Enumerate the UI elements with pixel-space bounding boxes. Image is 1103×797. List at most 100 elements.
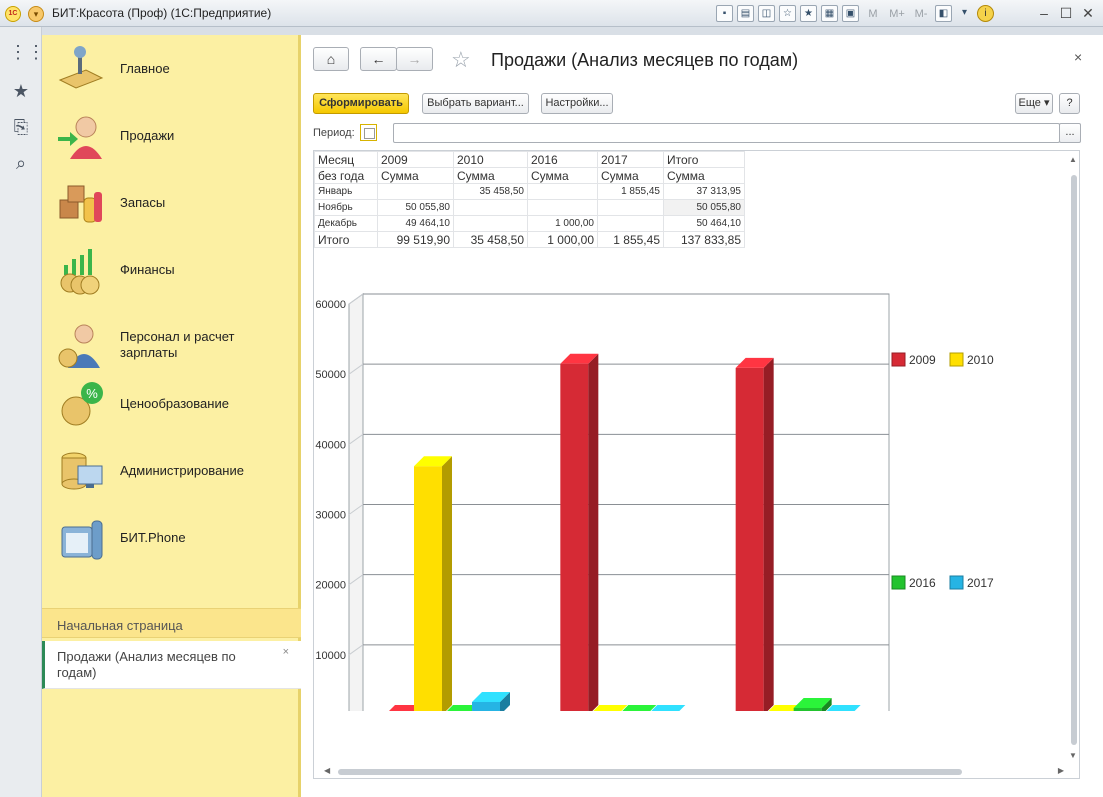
- total-cell: 1 855,45: [597, 231, 664, 248]
- left-strip: ⋮⋮⋮ ★ ⎘ ⌕: [0, 27, 63, 797]
- toolbar-icons: ▪ ▤ ◫ ☆ ★ ▦ ▣ M M+ M- ◧ ▾ i: [716, 5, 994, 22]
- vertical-scrollbar[interactable]: ▲ ▼: [1069, 155, 1077, 760]
- bar-side: [763, 357, 774, 711]
- scroll-up-icon[interactable]: ▲: [1069, 155, 1077, 164]
- settings-button[interactable]: Настройки...: [541, 93, 613, 114]
- row-label: Январь: [314, 183, 378, 200]
- period-checkbox[interactable]: [360, 124, 377, 141]
- section-finance[interactable]: Финансы: [42, 239, 298, 301]
- total-cell: 99 519,90: [377, 231, 454, 248]
- section-main[interactable]: Главное: [42, 38, 298, 100]
- memory-m-plus[interactable]: M+: [887, 8, 907, 20]
- legend-swatch: [891, 575, 906, 590]
- page-title: Продажи (Анализ месяцев по годам): [491, 50, 799, 70]
- memory-m[interactable]: M: [863, 8, 883, 20]
- home-button[interactable]: ⌂: [313, 47, 349, 71]
- header-cell: 2009: [377, 151, 454, 168]
- more-label: Еще: [1018, 97, 1041, 109]
- header-cell: 2017: [597, 151, 664, 168]
- sales-person-icon: [58, 116, 102, 159]
- close-tab-icon[interactable]: ×: [283, 644, 289, 660]
- save-icon[interactable]: ▪: [716, 5, 733, 22]
- generate-button[interactable]: Сформировать: [313, 93, 409, 114]
- close-form-icon[interactable]: ×: [1074, 49, 1082, 65]
- horizontal-scrollbar[interactable]: ◀ ▶: [324, 766, 1064, 776]
- forward-button[interactable]: →: [396, 47, 433, 71]
- arrow-down-icon[interactable]: ▾: [956, 5, 973, 22]
- history-icon[interactable]: ⎘: [9, 115, 33, 139]
- close-window-icon[interactable]: ✕: [1076, 3, 1100, 23]
- table-row: Декабрь 49 464,10 1 000,00 50 464,10: [314, 215, 745, 232]
- total-cell: 35 458,50: [453, 231, 528, 248]
- header-cell: 2010: [453, 151, 528, 168]
- bar: [735, 367, 764, 711]
- favorites-star-icon[interactable]: ★: [9, 79, 33, 103]
- memory-m-minus[interactable]: M-: [911, 8, 931, 20]
- preview-icon[interactable]: ◫: [758, 5, 775, 22]
- section-sales[interactable]: Продажи: [42, 105, 298, 167]
- value-cell: [377, 183, 454, 200]
- scroll-down-icon[interactable]: ▼: [1069, 751, 1077, 760]
- section-pricing[interactable]: % Ценообразование: [42, 373, 298, 435]
- start-page-link[interactable]: Начальная страница: [42, 608, 301, 638]
- horizontal-scroll-thumb[interactable]: [338, 769, 962, 775]
- period-label: Период:: [313, 127, 355, 139]
- sections-grid-icon[interactable]: ⋮⋮⋮: [9, 40, 63, 64]
- section-admin[interactable]: Администрирование: [42, 440, 298, 502]
- stock-boxes-icon: [59, 185, 102, 223]
- main-menu-icon[interactable]: ▾: [28, 6, 44, 22]
- back-button[interactable]: ←: [360, 47, 397, 71]
- search-icon[interactable]: ⌕: [9, 151, 33, 175]
- vertical-scroll-thumb[interactable]: [1071, 175, 1077, 745]
- section-label: Запасы: [120, 195, 166, 210]
- more-button[interactable]: Еще ▾: [1015, 93, 1053, 114]
- 1c-logo-icon[interactable]: 1C: [5, 6, 21, 22]
- legend-label: 2010: [967, 353, 994, 367]
- period-select-button[interactable]: ...: [1059, 123, 1081, 143]
- maximize-icon[interactable]: ☐: [1054, 3, 1078, 23]
- header-cell: Итого: [663, 151, 745, 168]
- y-tick-label: 10000: [315, 650, 346, 662]
- section-bitphone[interactable]: БИТ.Phone: [42, 507, 298, 569]
- favorite-star-icon[interactable]: ☆: [451, 47, 471, 73]
- scroll-right-icon[interactable]: ▶: [1058, 766, 1064, 775]
- legend-label: 2017: [967, 576, 994, 590]
- choose-variant-button[interactable]: Выбрать вариант...: [422, 93, 529, 114]
- total-label: Итого: [314, 231, 378, 248]
- y-tick-label: 20000: [315, 580, 346, 592]
- sections-panel: Главное Продажи Запасы Финансы Персонал …: [42, 35, 301, 797]
- legend-swatch: [949, 352, 964, 367]
- minimize-icon[interactable]: –: [1032, 3, 1056, 23]
- report-document: Месяц 2009 2010 2016 2017 Итого без года…: [313, 150, 1080, 779]
- help-button[interactable]: ?: [1059, 93, 1080, 114]
- header-cell: Сумма: [377, 167, 454, 184]
- value-cell: 50 055,80: [663, 199, 745, 216]
- admin-db-icon: [61, 452, 103, 490]
- main-desk-icon: [58, 46, 104, 89]
- section-stock[interactable]: Запасы: [42, 172, 298, 234]
- calendar-icon[interactable]: ▣: [842, 5, 859, 22]
- bar: [472, 701, 500, 711]
- row-label: Декабрь: [314, 215, 378, 232]
- scroll-left-icon[interactable]: ◀: [324, 766, 330, 775]
- value-cell: [527, 199, 598, 216]
- y-tick-label: 30000: [315, 510, 346, 522]
- print-icon[interactable]: ▤: [737, 5, 754, 22]
- section-personnel[interactable]: Персонал и расчет зарплаты: [42, 314, 298, 376]
- y-tick-label: 50000: [315, 369, 346, 381]
- bar: [414, 466, 442, 711]
- calculator-icon[interactable]: ▦: [821, 5, 838, 22]
- section-label: Персонал и расчет зарплаты: [120, 329, 235, 360]
- info-icon[interactable]: i: [977, 5, 994, 22]
- personnel-icon: [58, 324, 100, 368]
- add-favorite-icon[interactable]: ☆: [779, 5, 796, 22]
- value-cell: 1 855,45: [597, 183, 664, 200]
- header-cell: Сумма: [597, 167, 664, 184]
- total-cell: 137 833,85: [663, 231, 745, 248]
- table-row: Январь 35 458,50 1 855,45 37 313,95: [314, 183, 745, 200]
- open-window-item[interactable]: Продажи (Анализ месяцев по годам) ×: [42, 641, 301, 689]
- period-input[interactable]: [393, 123, 1060, 143]
- panels-icon[interactable]: ◧: [935, 5, 952, 22]
- favorites-icon[interactable]: ★: [800, 5, 817, 22]
- pricing-icon: %: [61, 382, 103, 426]
